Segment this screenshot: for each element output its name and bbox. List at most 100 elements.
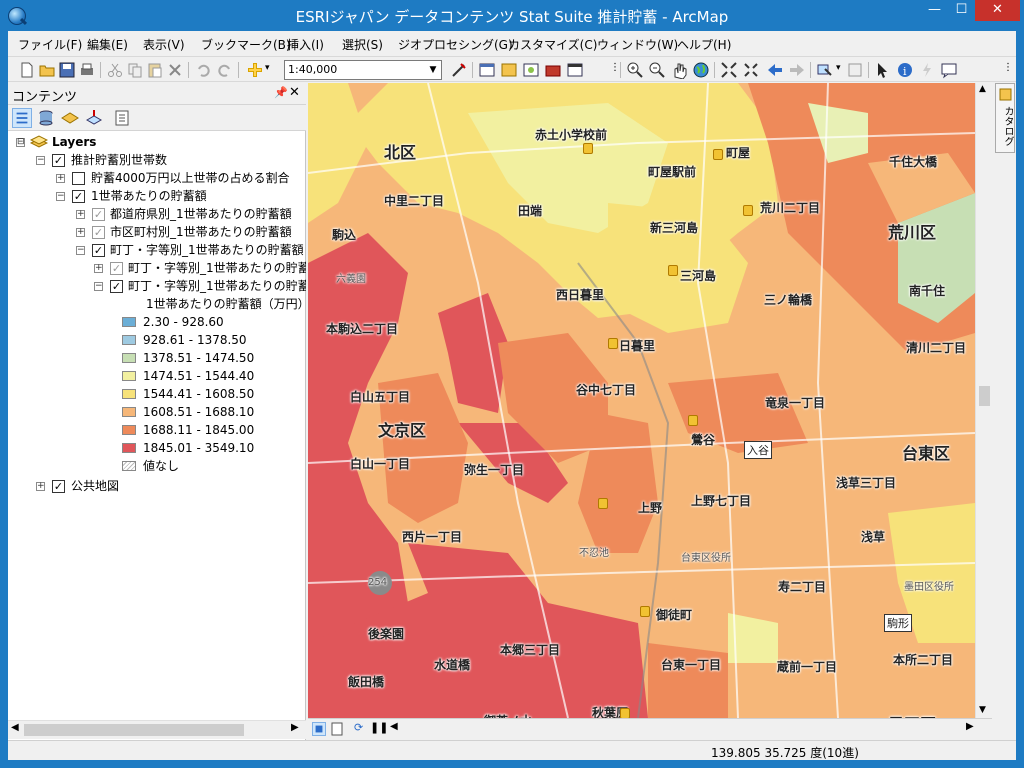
new-document-icon[interactable] — [18, 61, 36, 79]
select-dropdown-icon[interactable]: ▾ — [836, 63, 841, 73]
map-scale-combobox[interactable]: 1:40,000 ▼ — [284, 60, 442, 80]
menu-insert[interactable]: 挿入(I) — [287, 36, 324, 53]
zoom-out-icon[interactable] — [648, 61, 666, 79]
redo-icon[interactable] — [216, 61, 234, 79]
full-extent-globe-icon[interactable] — [692, 61, 710, 79]
menu-help[interactable]: ヘルプ(H) — [677, 36, 731, 53]
maximize-button[interactable]: ☐ — [948, 0, 975, 21]
layer-visibility-checkbox[interactable]: ✓ — [110, 280, 123, 293]
back-arrow-icon[interactable] — [766, 61, 784, 79]
menu-selection[interactable]: 選択(S) — [342, 36, 383, 53]
layer-visibility-checkbox[interactable]: ✓ — [92, 244, 105, 257]
select-features-icon[interactable] — [816, 61, 834, 79]
open-folder-icon[interactable] — [38, 61, 56, 79]
layer-visibility-checkbox[interactable]: ✓ — [92, 226, 105, 239]
pin-icon[interactable]: 📌 — [274, 86, 288, 99]
catalog-side-tab[interactable]: カタログ — [995, 83, 1015, 153]
toolbar-overflow-icon[interactable]: ⋮ — [1003, 62, 1013, 73]
expand-icon[interactable]: + — [76, 210, 85, 219]
arctoolbox-icon[interactable] — [544, 61, 562, 79]
layout-view-icon[interactable] — [330, 722, 344, 736]
clear-selection-icon[interactable] — [846, 61, 864, 79]
scroll-left-icon[interactable]: ◀ — [11, 722, 19, 733]
scroll-thumb[interactable] — [979, 386, 990, 406]
collapse-icon[interactable]: − — [76, 246, 85, 255]
zoom-in-icon[interactable] — [626, 61, 644, 79]
python-window-icon[interactable] — [566, 61, 584, 79]
fixed-zoom-in-icon[interactable] — [720, 61, 738, 79]
layer-visibility-checkbox[interactable]: ✓ — [110, 262, 123, 275]
layer-visibility-checkbox[interactable]: ✓ — [72, 190, 85, 203]
list-by-visibility-icon[interactable] — [60, 108, 80, 128]
tree-row-layer-municipality[interactable]: + ✓ 市区町村別_1世帯あたりの貯蓄額 — [8, 223, 306, 241]
tree-row-group-household-savings[interactable]: − ✓ 推計貯蓄別世帯数 — [8, 151, 306, 169]
menu-bookmarks[interactable]: ブックマーク(B) — [201, 36, 291, 53]
scroll-down-icon[interactable]: ▼ — [979, 705, 986, 715]
collapse-icon[interactable]: ⊟ — [16, 138, 25, 147]
scroll-right-icon[interactable]: ▶ — [291, 722, 299, 733]
collapse-icon[interactable]: − — [36, 156, 45, 165]
copy-icon[interactable] — [126, 61, 144, 79]
tree-row-group-town[interactable]: − ✓ 町丁・字等別_1世帯あたりの貯蓄額 — [8, 241, 306, 259]
layer-visibility-checkbox[interactable]: ✓ — [92, 208, 105, 221]
tree-row-layers[interactable]: ⊟ Layers — [8, 133, 306, 151]
tree-row-layer-town-1[interactable]: + ✓ 町丁・字等別_1世帯あたりの貯蓄額 — [8, 259, 306, 277]
scroll-thumb[interactable] — [24, 724, 244, 736]
map-vertical-scrollbar[interactable]: ▲ ▼ — [975, 83, 992, 718]
minimize-button[interactable]: — — [921, 0, 948, 21]
collapse-icon[interactable]: − — [94, 282, 103, 291]
tree-row-layer-prefecture[interactable]: + ✓ 都道府県別_1世帯あたりの貯蓄額 — [8, 205, 306, 223]
expand-icon[interactable]: + — [94, 264, 103, 273]
expand-icon[interactable]: + — [56, 174, 65, 183]
scroll-up-icon[interactable]: ▲ — [979, 84, 986, 94]
cut-icon[interactable] — [106, 61, 124, 79]
html-popup-icon[interactable] — [940, 61, 958, 79]
layer-visibility-checkbox[interactable]: ✓ — [52, 480, 65, 493]
select-elements-arrow-icon[interactable] — [874, 61, 892, 79]
list-by-drawing-order-icon[interactable] — [12, 108, 32, 128]
pause-drawing-icon[interactable]: ❚❚ — [370, 721, 388, 734]
expand-icon[interactable]: + — [76, 228, 85, 237]
scroll-right-icon[interactable]: ▶ — [966, 721, 974, 732]
paste-icon[interactable] — [146, 61, 164, 79]
table-of-contents-icon[interactable] — [478, 61, 496, 79]
add-data-dropdown-icon[interactable]: ▾ — [265, 63, 270, 73]
save-icon[interactable] — [58, 61, 76, 79]
collapse-icon[interactable]: − — [56, 192, 65, 201]
editor-toolbar-icon[interactable] — [450, 61, 468, 79]
identify-info-icon[interactable]: i — [896, 61, 914, 79]
tree-row-group-per-household[interactable]: − ✓ 1世帯あたりの貯蓄額 — [8, 187, 306, 205]
menu-file[interactable]: ファイル(F) — [18, 36, 82, 53]
scroll-left-icon[interactable]: ◀ — [390, 721, 398, 732]
menu-geoprocessing[interactable]: ジオプロセシング(G) — [398, 36, 513, 53]
tree-row-layer-town-2[interactable]: − ✓ 町丁・字等別_1世帯あたりの貯蓄額 — [8, 277, 306, 295]
delete-icon[interactable] — [166, 61, 184, 79]
hyperlink-lightning-icon[interactable] — [918, 61, 936, 79]
data-view-icon[interactable] — [312, 722, 326, 736]
tree-row-public-map[interactable]: + ✓ 公共地図 — [8, 477, 306, 495]
toolbar-overflow-icon[interactable]: ⋮ — [610, 62, 620, 73]
menu-edit[interactable]: 編集(E) — [87, 36, 128, 53]
undo-icon[interactable] — [194, 61, 212, 79]
forward-arrow-icon[interactable] — [788, 61, 806, 79]
menu-windows[interactable]: ウィンドウ(W) — [597, 36, 678, 53]
toc-close-button[interactable]: ✕ — [289, 85, 300, 100]
toc-horizontal-scrollbar[interactable]: ◀ ▶ — [8, 720, 306, 739]
layer-visibility-checkbox[interactable]: ✓ — [52, 154, 65, 167]
layer-visibility-checkbox[interactable] — [72, 172, 85, 185]
catalog-window-icon[interactable] — [500, 61, 518, 79]
title-bar[interactable]: ESRIジャパン データコンテンツ Stat Suite 推計貯蓄 - ArcM… — [0, 0, 1024, 31]
menu-view[interactable]: 表示(V) — [143, 36, 185, 53]
pan-hand-icon[interactable] — [670, 61, 688, 79]
chevron-down-icon[interactable]: ▼ — [426, 62, 440, 78]
search-window-icon[interactable] — [522, 61, 540, 79]
print-icon[interactable] — [78, 61, 96, 79]
options-icon[interactable] — [112, 108, 132, 128]
refresh-icon[interactable]: ⟳ — [354, 721, 363, 734]
fixed-zoom-out-icon[interactable] — [742, 61, 760, 79]
tree-row-layer-40m-share[interactable]: + 貯蓄4000万円以上世帯の占める割合 — [8, 169, 306, 187]
expand-icon[interactable]: + — [36, 482, 45, 491]
list-by-selection-icon[interactable] — [84, 108, 104, 128]
close-button[interactable]: ✕ — [975, 0, 1020, 21]
add-data-icon[interactable] — [246, 61, 264, 79]
